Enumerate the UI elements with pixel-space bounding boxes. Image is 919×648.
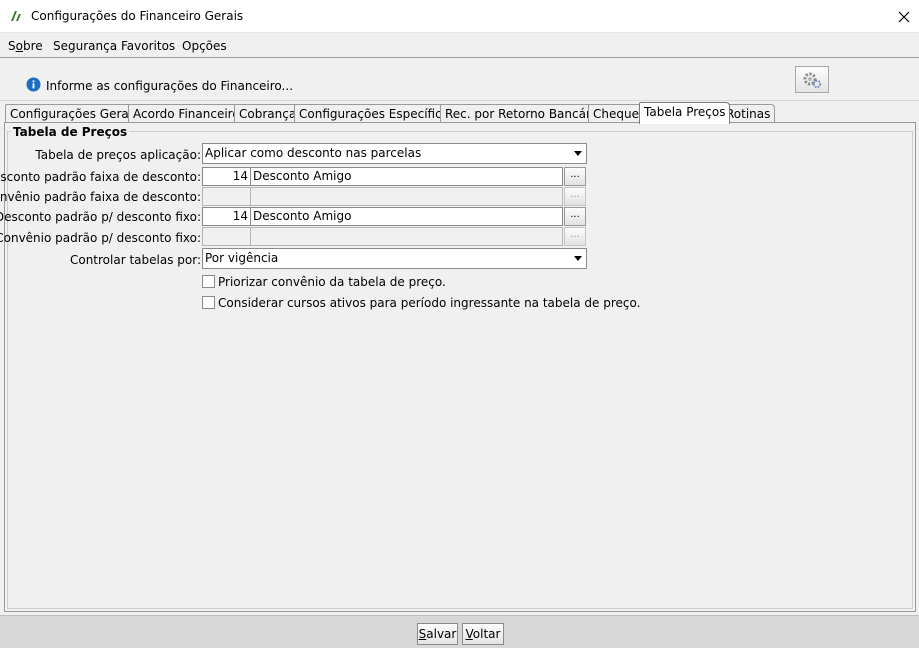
tab-tabela-precos[interactable]: Tabela Preços	[639, 102, 731, 124]
desc-fixo-desc-input[interactable]: Desconto Amigo	[250, 207, 563, 226]
conv-fixo-desc-input[interactable]	[250, 227, 563, 246]
menu-bar: Sobre Segurança Favoritos Opções	[0, 33, 919, 58]
conv-fixo-label: Convênio padrão p/ desconto fixo:	[0, 231, 201, 245]
info-bar: Informe as configurações do Financeiro..…	[0, 59, 919, 101]
considerar-checkbox[interactable]	[202, 296, 215, 309]
tab-cheque[interactable]: Cheque	[588, 104, 644, 123]
tab-acordo-financeiro[interactable]: Acordo Financeiro	[128, 104, 245, 123]
conv-faixa-code-input[interactable]	[202, 187, 251, 206]
tab-cobranca[interactable]: Cobrança	[234, 104, 302, 123]
desc-fixo-label: Desconto padrão p/ desconto fixo:	[0, 210, 201, 224]
info-icon	[26, 77, 41, 92]
footer-bar: Salvar Voltar	[0, 615, 919, 648]
desc-faixa-lookup-button[interactable]: ...	[564, 167, 586, 186]
desc-fixo-lookup-button[interactable]: ...	[564, 207, 586, 226]
conv-faixa-label: Convênio padrão faixa de desconto:	[0, 190, 201, 204]
tab-configuracoes-gerais[interactable]: Configurações Gerais	[5, 104, 144, 123]
menu-sobre[interactable]: Sobre	[8, 39, 43, 53]
tabela-precos-label: Tabela de preços aplicação:	[35, 148, 201, 162]
group-title: Tabela de Preços	[11, 125, 130, 139]
tab-rec-retorno-bancario[interactable]: Rec. por Retorno Bancário	[440, 104, 607, 123]
save-label: alvar	[426, 627, 457, 641]
chevron-down-icon	[574, 151, 582, 156]
conv-faixa-desc-input[interactable]	[250, 187, 563, 206]
back-button[interactable]: Voltar	[462, 623, 504, 645]
chevron-down-icon	[574, 256, 582, 261]
tabela-precos-value: Aplicar como desconto nas parcelas	[205, 146, 422, 160]
controlar-value: Por vigência	[205, 251, 279, 265]
back-label: oltar	[472, 627, 501, 641]
menu-sobre-post: bre	[22, 39, 43, 53]
menu-sobre-pre: S	[8, 39, 16, 53]
tab-panel-tabela-precos: Tabela de Preços Tabela de preços aplica…	[0, 122, 916, 612]
controlar-label: Controlar tabelas por:	[69, 253, 201, 267]
info-message: Informe as configurações do Financeiro..…	[46, 79, 294, 93]
considerar-label[interactable]: Considerar cursos ativos para período in…	[218, 296, 640, 310]
settings-button[interactable]	[795, 66, 829, 93]
close-icon	[898, 11, 910, 22]
menu-opcoes[interactable]: Opções	[182, 39, 227, 53]
gear-icon	[803, 72, 822, 88]
menu-sobre-mnemonic: o	[15, 39, 23, 53]
desc-fixo-code-input[interactable]: 14	[202, 207, 251, 226]
conv-fixo-lookup-button[interactable]: ...	[564, 227, 586, 246]
title-bar: Configurações do Financeiro Gerais	[0, 0, 919, 33]
app-logo-icon	[11, 11, 21, 21]
desc-faixa-desc-input[interactable]: Desconto Amigo	[250, 167, 563, 186]
menu-seguranca[interactable]: Segurança	[53, 39, 117, 53]
desc-faixa-label: Desconto padrão faixa de desconto:	[0, 170, 201, 184]
close-button[interactable]	[889, 0, 919, 33]
save-button[interactable]: Salvar	[417, 623, 458, 645]
conv-fixo-code-input[interactable]	[202, 227, 251, 246]
tab-configuracoes-especificas[interactable]: Configurações Específicas	[294, 104, 461, 123]
tab-strip: Configurações Gerais Acordo Financeiro C…	[4, 102, 914, 124]
back-mnemonic: V	[465, 627, 473, 641]
desc-faixa-code-input[interactable]: 14	[202, 167, 251, 186]
priorizar-checkbox[interactable]	[202, 275, 215, 288]
priorizar-label[interactable]: Priorizar convênio da tabela de preço.	[218, 275, 446, 289]
controlar-select[interactable]: Por vigência	[202, 248, 587, 269]
conv-faixa-lookup-button[interactable]: ...	[564, 187, 586, 206]
tabela-precos-select[interactable]: Aplicar como desconto nas parcelas	[202, 143, 587, 164]
menu-favoritos[interactable]: Favoritos	[121, 39, 175, 53]
window-title: Configurações do Financeiro Gerais	[31, 9, 244, 23]
